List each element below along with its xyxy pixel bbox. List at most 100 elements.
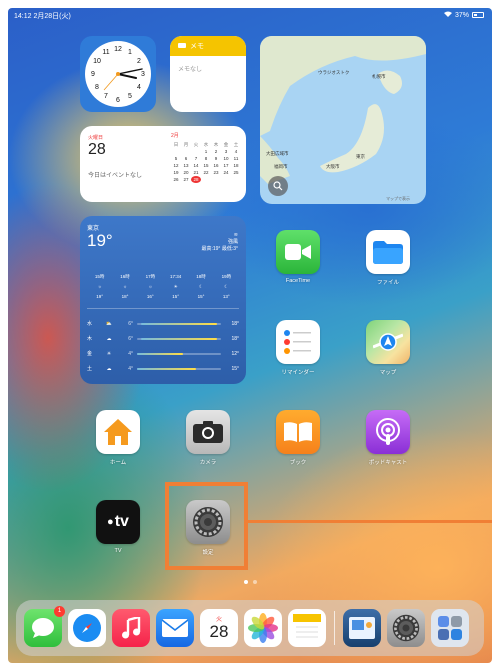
svg-text:7: 7 (104, 93, 108, 100)
weather-temp-range-fill (137, 367, 196, 370)
clock-widget[interactable]: 12 1 2 345 678 9 10 11 (80, 36, 156, 112)
calendar-day-cell: 1 (204, 149, 208, 154)
app-books[interactable]: ブック (273, 410, 323, 466)
app-facetime[interactable]: FaceTime (273, 230, 323, 284)
status-time-date: 14:12 2月28日(火) (14, 13, 71, 20)
dock-mail[interactable] (156, 609, 194, 647)
weather-hour-label: 16時 (120, 274, 130, 279)
map-label: ウラジオストク (318, 70, 350, 75)
dock-app-library[interactable] (431, 609, 469, 647)
calendar-day-cell: 19 (173, 170, 179, 175)
weather-hour-icon: ☼ (122, 284, 128, 289)
svg-text:10: 10 (93, 58, 101, 65)
safari-compass-icon (73, 614, 101, 642)
notes-widget[interactable]: メモ メモなし (170, 36, 246, 112)
app-label: ホーム (109, 460, 127, 466)
dock-notes[interactable] (288, 609, 326, 647)
svg-text:11: 11 (102, 49, 109, 56)
photos-flower-icon (248, 613, 278, 643)
weather-day-high: 15° (231, 365, 239, 372)
calendar-day-cell (221, 176, 231, 183)
calendar-weekday-cell: 土 (233, 142, 239, 147)
app-maps[interactable]: マップ (363, 320, 413, 376)
svg-text:5: 5 (128, 93, 132, 100)
search-icon[interactable] (268, 176, 288, 196)
weather-condition: 強風 (227, 239, 238, 245)
weather-day-icon: ⛅ (105, 320, 113, 327)
weather-hour-icon: ☼ (148, 284, 153, 289)
svg-text:12: 12 (114, 46, 122, 53)
books-icon (276, 410, 320, 454)
weather-hour-icon: ☾ (198, 284, 204, 289)
tv-logo-text: tv (114, 513, 129, 530)
app-files[interactable]: ファイル (363, 230, 413, 286)
app-podcasts[interactable]: ポッドキャスト (363, 410, 413, 466)
weather-temp-range-bar (137, 367, 221, 370)
calendar-weekday-header: 日月火水木金土 (171, 141, 241, 148)
calendar-weekday-cell: 水 (203, 142, 209, 147)
status-bar: 14:12 2月28日(火) 37% (14, 11, 484, 23)
folder-icon (178, 42, 186, 50)
app-label: FaceTime (285, 278, 311, 284)
calendar-day-cell: 22 (203, 170, 209, 175)
notes-header: メモ (170, 36, 246, 56)
app-label: TV (114, 548, 122, 554)
app-label: ブック (289, 460, 307, 466)
weather-hour-icon: ☾ (224, 284, 229, 289)
app-label: マップ (379, 370, 397, 376)
app-library-grid-icon (438, 616, 462, 640)
dock-music[interactable] (112, 609, 150, 647)
apple-logo-icon: ● (107, 516, 114, 528)
calendar-day-cell: 2 (214, 149, 218, 154)
dock-photos[interactable] (244, 609, 282, 647)
weather-day-icon: ☀ (106, 350, 112, 357)
dock-settings[interactable] (387, 609, 425, 647)
weather-temp-range-bar (137, 337, 221, 340)
weather-hour-label: 17:34 (170, 274, 182, 279)
calendar-week-row: 19 20 21 22 23 24 25 (171, 169, 241, 176)
dock-recent-preview[interactable] (343, 609, 381, 647)
weather-hour-icon: ☼ (97, 284, 102, 289)
map-label: 大田広域市 (266, 151, 289, 156)
calendar-day-cell: 27 (183, 177, 189, 182)
svg-text:3: 3 (141, 71, 145, 78)
ipad-home-screen: 14:12 2月28日(火) 37% 12 1 2 345 678 9 10 11 (8, 8, 492, 663)
weather-temp-range-bar (137, 322, 221, 325)
page-indicator[interactable] (244, 580, 257, 584)
app-label: カメラ (199, 460, 217, 466)
calendar-widget[interactable]: 火曜日 28 今日はイベントなし 2月 日月火水木金土 1 2 3 4 5 6 7 8 9 10 1… (80, 126, 246, 202)
app-home[interactable]: ホーム (93, 410, 143, 466)
weather-temp-range-bar (137, 352, 221, 355)
page-dot (253, 580, 257, 584)
weather-hour-label: 15時 (94, 274, 105, 279)
camera-icon (186, 410, 230, 454)
map-widget[interactable]: ウラジオストク 札幌市 大田広域市 福岡市 東京 大阪市 マップで表示 (260, 36, 426, 204)
calendar-day-cell (171, 148, 181, 155)
files-folder-icon (366, 230, 410, 274)
calendar-day-cell (231, 176, 241, 183)
calendar-day-cell: 6 (184, 156, 188, 161)
music-note-icon (122, 617, 141, 639)
podcasts-icon (366, 410, 410, 454)
notes-pad-icon (293, 614, 321, 638)
weather-hour-temp: 18° (121, 294, 129, 299)
dock-messages[interactable]: 1 (24, 606, 65, 647)
weather-widget[interactable]: 東京 19° ≋ 強風 最高:19° 最低:3° 15時 16時 17時 17:34 1… (80, 216, 246, 384)
analog-clock-face: 12 12 345 678 91011 (85, 41, 151, 107)
weather-day-row: 土 ☁ 4° 15° (87, 361, 239, 376)
dock-calendar[interactable]: 火 28 (200, 609, 238, 647)
weather-day-row: 木 ☁ 6° 18° (87, 331, 239, 346)
calendar-day-cell: 10 (223, 156, 229, 161)
dock-safari[interactable] (68, 609, 106, 647)
calendar-week-row: 26 27 28 (171, 176, 241, 183)
weather-condition-block: ≋ 強風 最高:19° 最低:3° (201, 232, 238, 252)
weather-day-name: 水 (87, 321, 93, 327)
app-reminders[interactable]: リマインダー (273, 320, 323, 376)
weather-temp-range-fill (137, 352, 184, 355)
map-label: 東京 (356, 154, 365, 159)
weather-hour-temp: 19° (96, 294, 104, 299)
app-camera[interactable]: カメラ (183, 410, 233, 466)
calendar-day-cell: 11 (233, 156, 239, 161)
app-tv[interactable]: ● tv TV (93, 500, 143, 554)
weather-hour-label: 18時 (196, 274, 206, 279)
